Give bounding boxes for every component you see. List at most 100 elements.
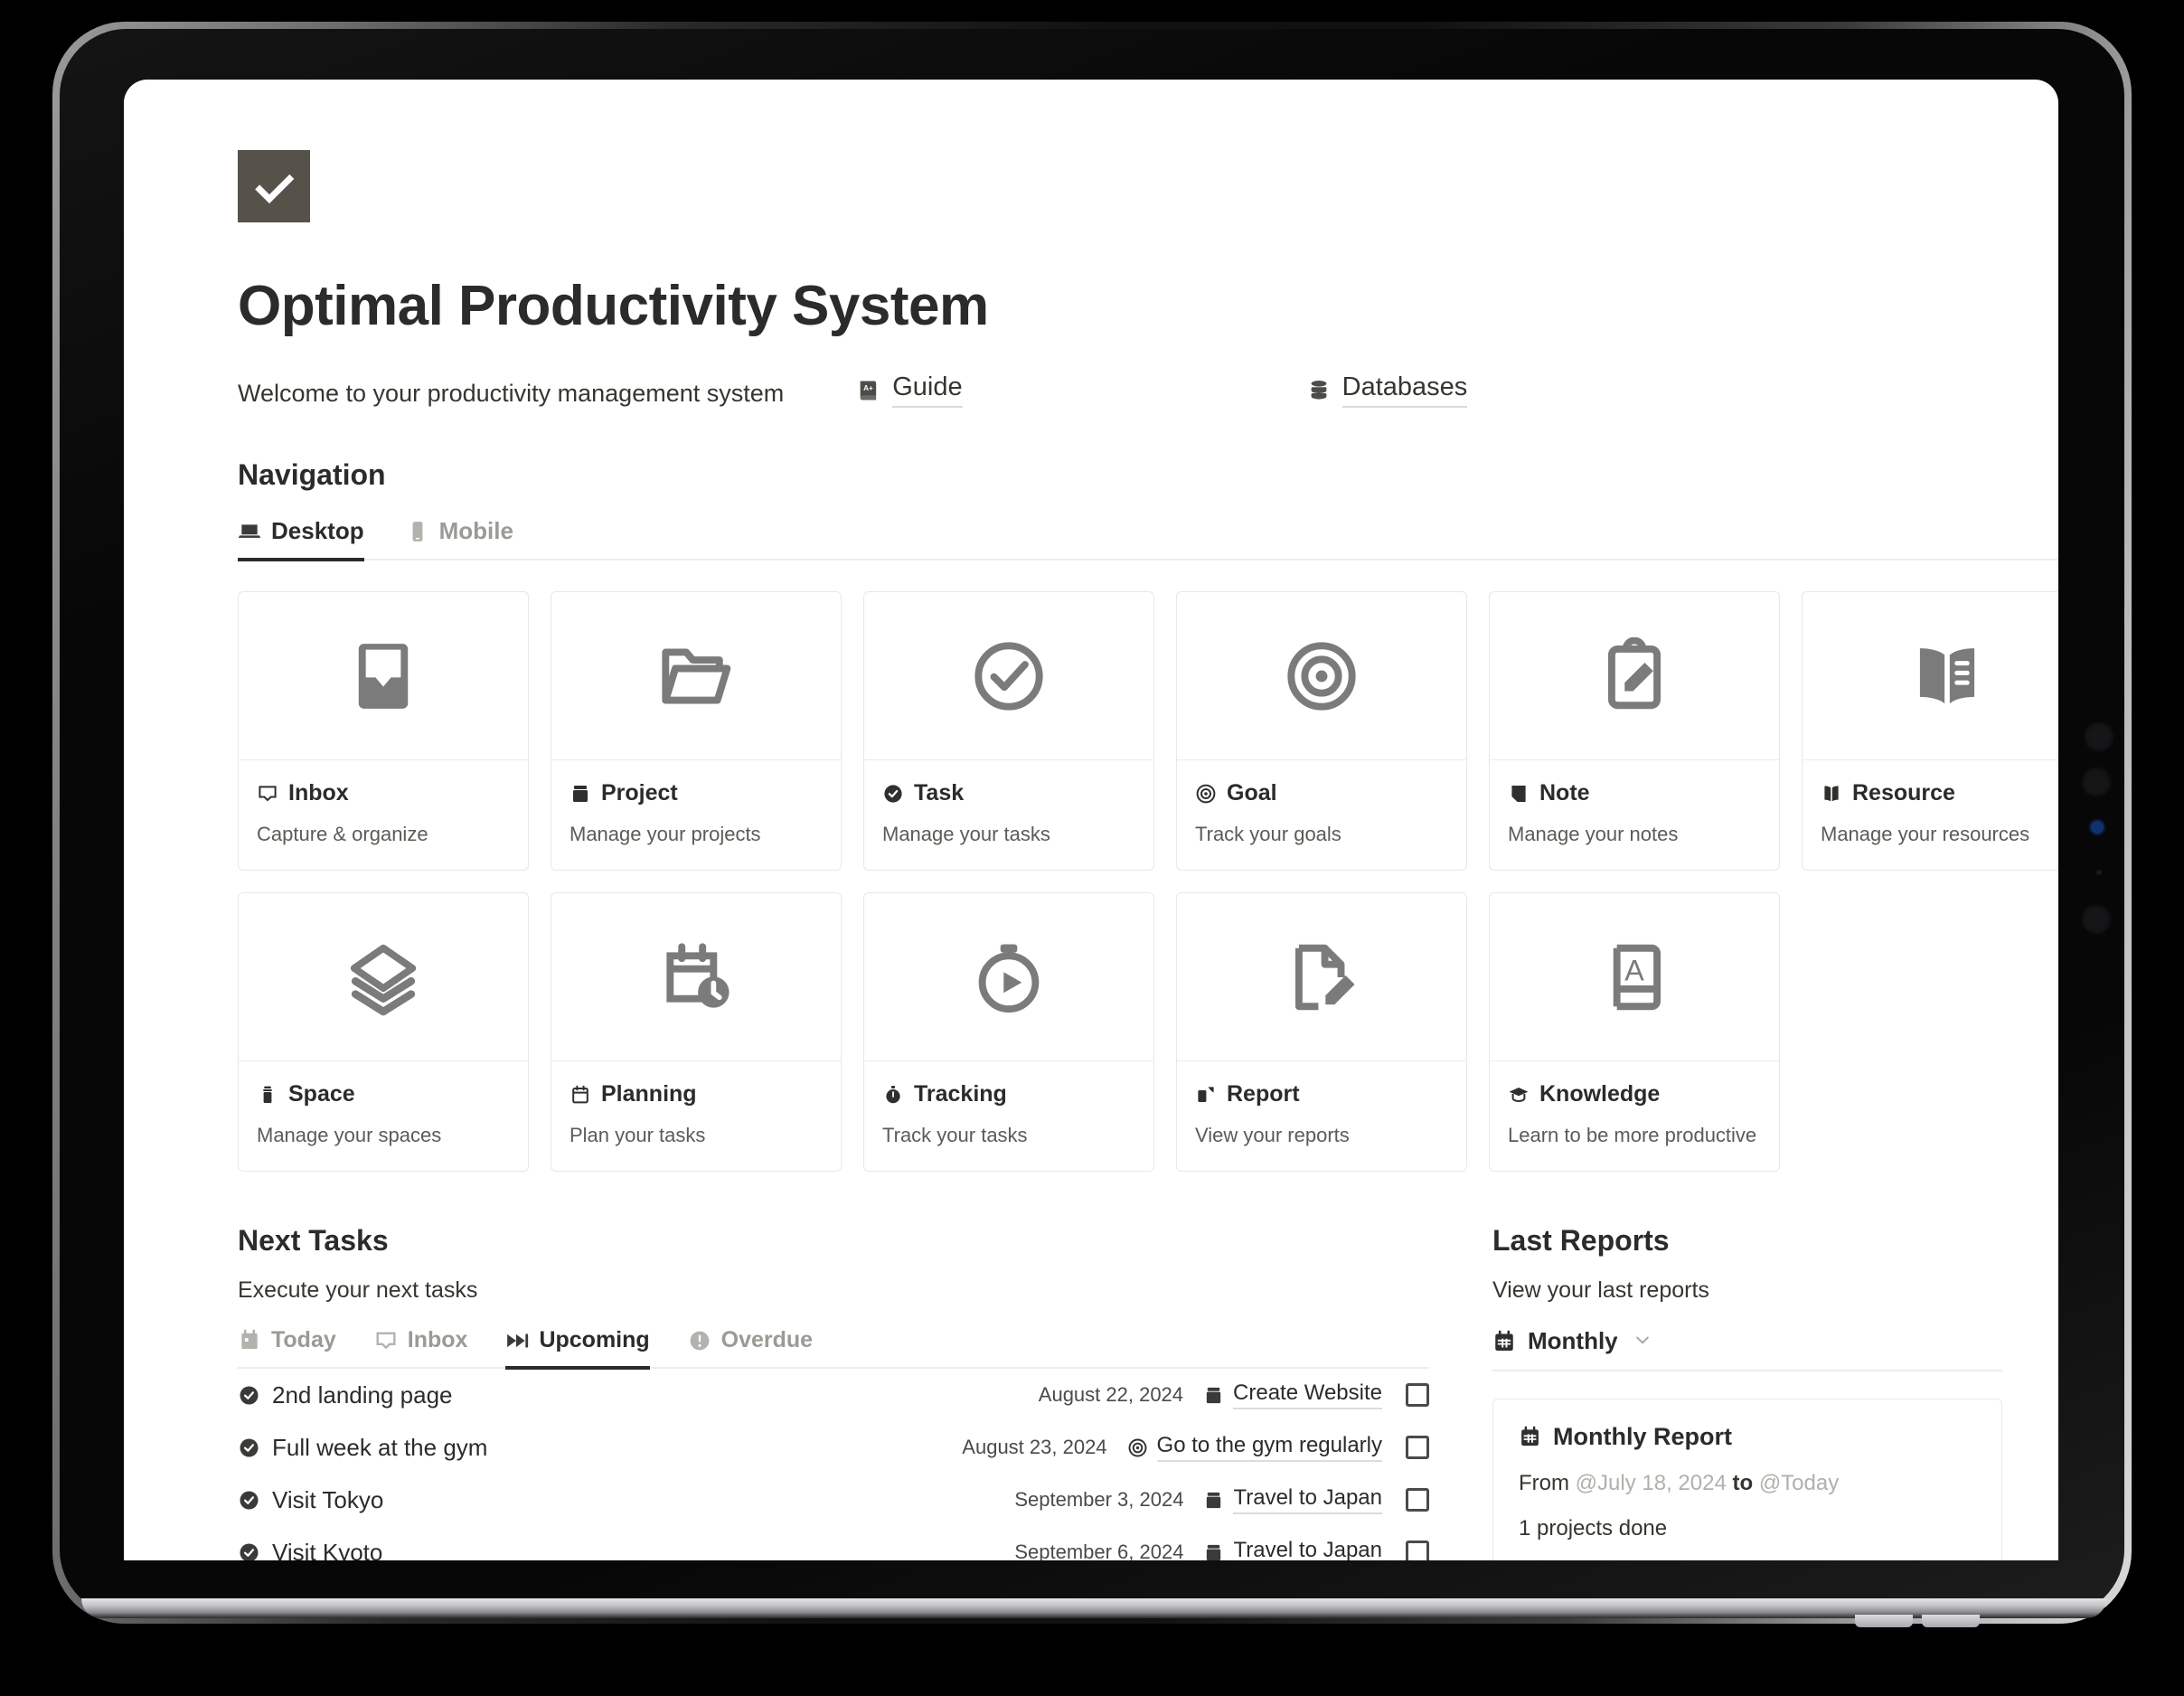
tab-mobile[interactable]: Mobile <box>406 517 513 561</box>
nav-card-goal[interactable]: Goal Track your goals <box>1176 591 1467 871</box>
next-tasks-column: Next Tasks Execute your next tasks Today… <box>238 1224 1429 1560</box>
nav-card-task-head: Task <box>882 780 1135 806</box>
nav-card-tracking-body: Tracking Track your tasks <box>864 1061 1153 1171</box>
tab-inbox[interactable]: Inbox <box>374 1327 467 1370</box>
tab-mobile-label: Mobile <box>438 517 513 544</box>
task-relation[interactable]: Go to the gym regularly <box>1127 1433 1382 1462</box>
range-mid: to <box>1732 1471 1754 1495</box>
folder-icon <box>1206 1387 1221 1403</box>
header-links-row: Welcome to your productivity management … <box>238 372 2004 408</box>
nav-card-inbox[interactable]: Inbox Capture & organize <box>238 591 529 871</box>
nav-card-project[interactable]: Project Manage your projects <box>551 591 842 871</box>
task-relation-label: Travel to Japan <box>1233 1485 1382 1514</box>
nav-card-report-hero <box>1177 893 1466 1061</box>
nav-card-knowledge-body: Knowledge Learn to be more productive <box>1490 1061 1779 1171</box>
task-name-cell: Visit Kyoto <box>238 1538 1014 1561</box>
nav-card-note[interactable]: Note Manage your notes <box>1489 591 1780 871</box>
nav-card-tracking-head: Tracking <box>882 1081 1135 1107</box>
guide-link-label: Guide <box>892 372 963 408</box>
nav-card-goal-head: Goal <box>1195 780 1448 806</box>
range-to-mention[interactable]: @Today <box>1759 1471 1839 1495</box>
task-relation[interactable]: Create Website <box>1203 1380 1382 1409</box>
nav-card-tracking-desc: Track your tasks <box>882 1124 1028 1146</box>
report-period-label: Monthly <box>1528 1327 1618 1354</box>
tab-overdue[interactable]: Overdue <box>688 1327 813 1370</box>
task-date: September 3, 2024 <box>1014 1488 1184 1511</box>
svg-text:A: A <box>1624 954 1644 986</box>
nav-card-task[interactable]: Task Manage your tasks <box>863 591 1154 871</box>
nav-card-space-hero <box>239 893 528 1061</box>
tab-today[interactable]: Today <box>238 1327 336 1370</box>
nav-card-note-desc: Manage your notes <box>1508 823 1679 845</box>
note-icon <box>1511 785 1526 802</box>
task-checkbox[interactable] <box>1406 1436 1429 1459</box>
table-row[interactable]: Visit Tokyo September 3, 2024 Travel to … <box>238 1474 1429 1526</box>
calendar-clock-icon <box>666 942 730 1008</box>
check-badge-icon <box>240 1491 259 1509</box>
nav-card-resource-body: Resource Manage your resources <box>1803 760 2058 870</box>
nav-card-space-desc: Manage your spaces <box>257 1124 442 1146</box>
nav-card-space-head: Space <box>257 1081 510 1107</box>
nav-card-report[interactable]: Report View your reports <box>1176 892 1467 1172</box>
tab-upcoming[interactable]: Upcoming <box>505 1327 650 1370</box>
inbox-icon <box>376 1332 396 1349</box>
report-period-selector[interactable]: Monthly <box>1492 1327 2002 1371</box>
nav-card-goal-hero <box>1177 592 1466 760</box>
nav-card-knowledge[interactable]: A Knowledge Learn to be more productive <box>1489 892 1780 1172</box>
nav-card-note-title: Note <box>1539 780 1590 806</box>
calendar-icon <box>1495 1330 1513 1351</box>
task-checkbox[interactable] <box>1406 1541 1429 1560</box>
range-from-mention[interactable]: @July 18, 2024 <box>1576 1471 1727 1495</box>
stopwatch-icon <box>886 1085 900 1103</box>
side-speaker-dot-1 <box>2084 721 2114 752</box>
nav-card-project-title: Project <box>601 780 678 806</box>
monthly-report-range: From @July 18, 2024 to @Today <box>1519 1471 1976 1496</box>
databases-link[interactable]: Databases <box>1306 372 1468 408</box>
sensor-dot <box>2096 870 2102 875</box>
monthly-report-card[interactable]: Monthly Report From @July 18, 2024 to @T… <box>1492 1399 2002 1560</box>
task-checkbox[interactable] <box>1406 1488 1429 1512</box>
book-icon <box>1824 785 1839 801</box>
nav-card-project-head: Project <box>570 780 823 806</box>
task-relation[interactable]: Travel to Japan <box>1203 1485 1382 1514</box>
chevron-down-icon[interactable] <box>1633 1327 1652 1355</box>
task-relation-label: Create Website <box>1233 1380 1382 1409</box>
nav-card-task-desc: Manage your tasks <box>882 823 1050 845</box>
task-name-cell: Visit Tokyo <box>238 1486 1014 1514</box>
tab-overdue-label: Overdue <box>720 1327 814 1352</box>
svg-text:A+: A+ <box>863 384 873 392</box>
nav-card-report-title: Report <box>1227 1081 1300 1107</box>
next-tasks-title: Next Tasks <box>238 1224 389 1257</box>
task-checkbox[interactable] <box>1406 1383 1429 1407</box>
tab-desktop[interactable]: Desktop <box>238 517 364 561</box>
calendar-today-icon <box>241 1329 258 1349</box>
monthly-report-projects-stat: 1 projects done <box>1519 1516 1668 1541</box>
task-relation-label: Go to the gym regularly <box>1156 1433 1382 1462</box>
task-name: Visit Kyoto <box>272 1538 383 1561</box>
nav-card-project-body: Project Manage your projects <box>551 760 841 870</box>
folder-open-icon <box>662 648 731 703</box>
check-badge-icon <box>240 1438 259 1456</box>
guide-link[interactable]: A+ Guide <box>856 372 963 408</box>
table-row[interactable]: Visit Kyoto September 6, 2024 Travel to … <box>238 1526 1429 1560</box>
space-icon <box>263 1086 272 1103</box>
nav-card-resource[interactable]: Resource Manage your resources <box>1802 591 2058 871</box>
nav-card-planning-body: Planning Plan your tasks <box>551 1061 841 1171</box>
nav-card-space[interactable]: Space Manage your spaces <box>238 892 529 1172</box>
check-badge-icon <box>240 1543 259 1560</box>
nav-card-report-desc: View your reports <box>1195 1124 1350 1146</box>
task-relation-label: Travel to Japan <box>1233 1538 1382 1560</box>
nav-card-report-body: Report View your reports <box>1177 1061 1466 1171</box>
task-relation[interactable]: Travel to Japan <box>1203 1538 1382 1560</box>
folder-icon <box>1207 1492 1221 1508</box>
table-row[interactable]: 2nd landing page August 22, 2024 Create … <box>238 1369 1429 1421</box>
tab-upcoming-label: Upcoming <box>539 1327 650 1352</box>
nav-card-planning[interactable]: Planning Plan your tasks <box>551 892 842 1172</box>
table-row[interactable]: Full week at the gym August 23, 2024 Go … <box>238 1421 1429 1474</box>
nav-card-task-title: Task <box>914 780 965 806</box>
nav-card-knowledge-desc: Learn to be more productive <box>1508 1124 1757 1146</box>
database-icon <box>1311 380 1327 400</box>
task-date: August 23, 2024 <box>962 1436 1107 1458</box>
folder-icon <box>1207 1544 1221 1560</box>
nav-card-tracking[interactable]: Tracking Track your tasks <box>863 892 1154 1172</box>
